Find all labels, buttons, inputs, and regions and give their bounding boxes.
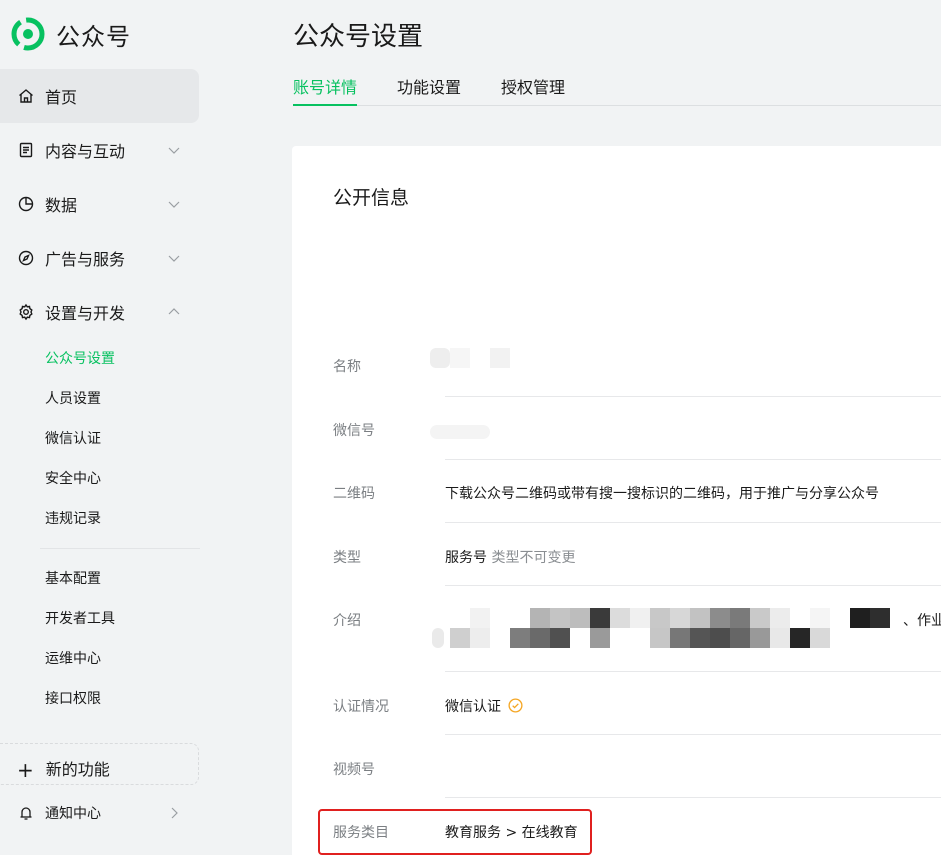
nav-label: 广告与服务: [45, 250, 126, 269]
nav-label: 内容与互动: [45, 142, 126, 161]
public-info-card: 公开信息 名称 微信号 二维码 下载公众号二维码或带有搜一搜标识的二维码，用于推…: [292, 146, 941, 855]
sidebar-item-member-settings[interactable]: 人员设置: [45, 389, 101, 409]
tab-bar: 账号详情 功能设置 授权管理: [293, 66, 941, 106]
nav-item-data[interactable]: 数据: [0, 177, 199, 231]
notice-label: 通知中心: [45, 806, 101, 822]
row-label: 类型: [333, 550, 361, 566]
nav-item-settings[interactable]: 设置与开发: [0, 285, 199, 339]
sidebar-item-mp-settings[interactable]: 公众号设置: [45, 349, 115, 369]
info-row-type: 类型 服务号 类型不可变更: [292, 523, 941, 586]
nav-item-ads[interactable]: 广告与服务: [0, 231, 199, 285]
new-feature-label: 新的功能: [45, 760, 110, 779]
chevron-down-icon: [168, 147, 180, 154]
sidebar: 公众号 首页 内容与互动 数据 广告与服务 设置与开发 公众号设置 人员设置 微…: [0, 0, 216, 855]
row-label: 二维码: [333, 486, 375, 502]
info-row-channels: 视频号: [292, 735, 941, 798]
row-label: 服务类目: [333, 825, 389, 841]
verification-value: 微信认证: [445, 696, 523, 716]
info-row-qrcode: 二维码 下载公众号二维码或带有搜一搜标识的二维码，用于推广与分享公众号: [292, 460, 941, 523]
nav-label: 设置与开发: [45, 304, 126, 323]
sidebar-item-violations[interactable]: 违规记录: [45, 509, 101, 529]
sidebar-item-ops-center[interactable]: 运维中心: [45, 649, 101, 669]
info-row-service-category: 服务类目 教育服务 > 在线教育: [292, 798, 941, 855]
sidebar-item-security[interactable]: 安全中心: [45, 469, 101, 489]
qrcode-download-text[interactable]: 下载公众号二维码或带有搜一搜标识的二维码，用于推广与分享公众号: [445, 483, 879, 503]
chevron-right-icon: [171, 807, 178, 819]
intro-visible-text: 、作业: [903, 613, 941, 629]
verified-check-icon: [508, 698, 523, 713]
row-label: 认证情况: [333, 699, 389, 715]
chevron-up-icon: [168, 308, 180, 315]
notification-center[interactable]: 通知中心: [0, 786, 199, 840]
document-icon: [17, 141, 35, 159]
gear-icon: [17, 303, 35, 321]
compass-icon: [17, 249, 35, 267]
pie-chart-icon: [17, 195, 35, 213]
nav-label: 数据: [45, 196, 78, 215]
type-value: 服务号 类型不可变更: [445, 547, 575, 567]
section-title: 公开信息: [333, 187, 410, 209]
brand-name: 公众号: [56, 22, 131, 51]
chevron-down-icon: [168, 201, 180, 208]
tab-account-details[interactable]: 账号详情: [293, 74, 358, 106]
row-label: 名称: [333, 359, 361, 375]
page-title: 公众号设置: [293, 22, 424, 52]
type-note: 类型不可变更: [491, 550, 576, 566]
sidebar-item-wechat-verify[interactable]: 微信认证: [45, 429, 101, 449]
bell-icon: [17, 804, 35, 822]
home-icon: [17, 87, 35, 105]
wechat-mp-logo-icon: [11, 17, 45, 51]
row-label: 微信号: [333, 423, 375, 439]
info-row-verification: 认证情况 微信认证: [292, 672, 941, 735]
info-row-intro: 介绍 、作业: [292, 586, 941, 672]
info-row-name: 名称: [292, 334, 941, 397]
sidebar-item-api-permissions[interactable]: 接口权限: [45, 689, 101, 709]
plus-icon: +: [17, 758, 34, 782]
sidebar-item-dev-tools[interactable]: 开发者工具: [45, 609, 115, 629]
brand[interactable]: 公众号: [10, 14, 131, 54]
row-label: 视频号: [333, 762, 375, 778]
tab-authorization[interactable]: 授权管理: [501, 74, 565, 106]
row-label: 介绍: [333, 613, 361, 629]
chevron-down-icon: [168, 255, 180, 262]
nav-label: 首页: [45, 88, 78, 107]
nav-item-home[interactable]: 首页: [0, 69, 199, 123]
info-row-wechat-id: 微信号: [292, 397, 941, 460]
sidebar-divider: [40, 548, 200, 549]
nav-item-content[interactable]: 内容与互动: [0, 123, 199, 177]
verification-text: 微信认证: [445, 699, 501, 715]
type-name: 服务号: [445, 550, 487, 566]
tab-feature-settings[interactable]: 功能设置: [397, 74, 461, 106]
service-category-value: 教育服务 > 在线教育: [445, 825, 578, 841]
main-content: 公众号设置 账号详情 功能设置 授权管理 公开信息 名称 微信号 二维码 下载公…: [216, 0, 941, 855]
sidebar-item-basic-config[interactable]: 基本配置: [45, 569, 101, 589]
new-feature-button[interactable]: + 新的功能: [0, 743, 199, 785]
